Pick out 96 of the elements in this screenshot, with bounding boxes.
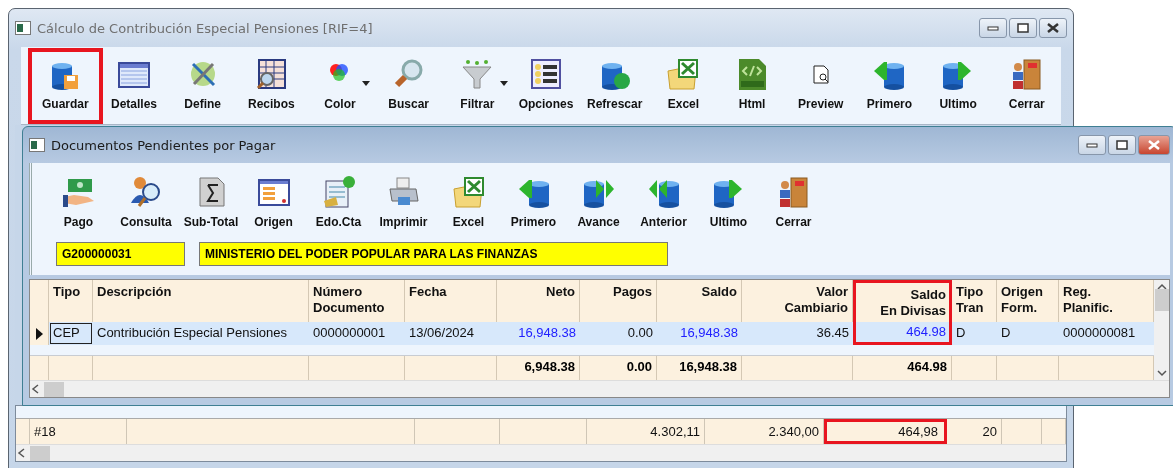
column-header[interactable]: Origen Form. <box>997 280 1059 322</box>
table-cell: 13/06/2024 <box>405 322 497 345</box>
table-cell: 0000000001 <box>309 322 405 345</box>
table-cell: CEP <box>49 322 93 345</box>
table-cell: D <box>952 322 997 345</box>
toolbar-button[interactable]: Ultimo <box>923 51 993 121</box>
toolbar-button[interactable]: Color <box>305 51 375 121</box>
horizontal-scrollbar[interactable] <box>30 380 1169 397</box>
toolbar-button[interactable]: Origen <box>241 169 306 239</box>
total-cell: 464.98 <box>853 356 952 380</box>
toolbar-button[interactable]: Imprimir <box>371 169 436 239</box>
column-header[interactable]: Saldo En Divisas <box>853 280 952 322</box>
caret-icon[interactable] <box>362 81 371 86</box>
statement-icon <box>321 175 356 209</box>
column-header[interactable]: Fecha <box>405 280 497 322</box>
table-cell: 16,948.38 <box>497 322 580 345</box>
person-search-icon <box>129 175 163 209</box>
column-header[interactable]: Valor Cambiario <box>742 280 853 322</box>
toolbar-button[interactable]: Detalles <box>99 51 169 121</box>
total-cell: 6,948.38 <box>497 356 580 380</box>
total-cell <box>997 356 1059 380</box>
list-icon <box>529 57 564 91</box>
spreadsheet-icon <box>451 175 486 209</box>
toolbar-button[interactable]: Avance <box>566 169 631 239</box>
minimize-icon <box>1086 142 1098 148</box>
table-cell: 0.00 <box>580 322 657 345</box>
spreadsheet-icon <box>666 57 701 91</box>
column-header[interactable]: Neto <box>497 280 580 322</box>
scroll-down-icon[interactable] <box>1156 369 1167 377</box>
minimize-button[interactable] <box>1078 135 1106 155</box>
table-cell: 464.98 <box>853 322 952 345</box>
app-icon <box>29 138 45 152</box>
row-pointer-icon <box>35 327 43 340</box>
toolbar-button[interactable]: Sub-Total <box>181 169 241 239</box>
table-cell: 0000000081 <box>1059 322 1154 345</box>
scroll-thumb[interactable] <box>1154 289 1169 311</box>
toolbar-button[interactable]: Ultimo <box>696 169 761 239</box>
window-title: Documentos Pendientes por Pagar <box>51 137 277 153</box>
close-icon <box>1148 140 1160 150</box>
table-icon <box>254 57 289 91</box>
total-cell <box>49 356 93 380</box>
close-icon <box>1047 23 1059 33</box>
minimize-icon <box>987 25 999 31</box>
window-title: Cálculo de Contribución Especial Pensiones [RIF=4] <box>37 20 374 36</box>
maximize-button[interactable] <box>1108 135 1136 155</box>
caret-icon[interactable] <box>499 81 508 86</box>
row-header-cell[interactable] <box>30 322 49 345</box>
scroll-thumb[interactable] <box>44 381 64 397</box>
total-cell: 16,948.38 <box>657 356 742 380</box>
minimize-button[interactable] <box>979 18 1007 38</box>
code-field[interactable]: G200000031 <box>56 242 185 266</box>
toolbar-button[interactable]: Anterior <box>631 169 696 239</box>
app-icon <box>15 21 31 35</box>
name-field[interactable]: MINISTERIO DEL PODER POPULAR PARA LAS FINANZAS <box>199 242 668 266</box>
toolbar-button[interactable]: Primero <box>855 51 924 121</box>
row-header-cell <box>30 356 49 380</box>
maximize-icon <box>1017 23 1029 33</box>
table-cell: 16,948.38 <box>657 322 742 345</box>
column-header[interactable]: Descripción <box>93 280 309 322</box>
toolbar-button[interactable]: Define <box>168 51 237 121</box>
toolbar-button[interactable]: Consulta <box>111 169 181 239</box>
toolbar-button[interactable]: Buscar <box>374 51 444 121</box>
scroll-thumb[interactable] <box>30 445 50 461</box>
toolbar-button[interactable]: Refrescar <box>580 51 650 121</box>
table-cell: 36.45 <box>742 322 853 345</box>
toolbar-button[interactable]: Pago <box>46 169 111 239</box>
maximize-button[interactable] <box>1009 18 1037 38</box>
toolbar-button[interactable]: Primero <box>501 169 566 239</box>
table-cell: Contribución Especial Pensiones <box>93 322 309 345</box>
close-button[interactable] <box>1039 18 1067 38</box>
toolbar-button[interactable]: Excel <box>649 51 718 121</box>
toolbar-button[interactable]: Excel <box>436 169 501 239</box>
column-header[interactable]: Tipo <box>49 280 93 322</box>
scroll-up-icon[interactable] <box>1156 283 1167 291</box>
horizontal-scrollbar[interactable] <box>16 444 1066 461</box>
column-header[interactable]: Tipo Tran <box>952 280 997 322</box>
toolbar-button[interactable]: Edo.Cta <box>306 169 371 239</box>
column-header[interactable]: Pagos <box>580 280 657 322</box>
toolbar-button[interactable]: Preview <box>786 51 856 121</box>
toolbar-button[interactable]: Recibos <box>237 51 306 121</box>
toolbar-button[interactable]: Filtrar <box>443 51 512 121</box>
toolbar-button[interactable]: Opciones <box>511 51 581 121</box>
row-header-cell <box>30 280 49 322</box>
column-header[interactable]: Reg. Planific. <box>1059 280 1154 322</box>
column-header[interactable]: Número Documento <box>309 280 405 322</box>
column-header[interactable]: Saldo <box>657 280 742 322</box>
toolbar-button[interactable]: Cerrar <box>761 169 826 239</box>
toolbar-button[interactable]: Guardar <box>31 51 100 121</box>
maximize-icon <box>1116 140 1128 150</box>
vertical-scrollbar[interactable] <box>1154 280 1169 380</box>
table-cell: D <box>997 322 1059 345</box>
toolbar-button[interactable]: Cerrar <box>992 51 1062 121</box>
table-cell: 464,98 <box>824 419 947 444</box>
total-cell <box>952 356 997 380</box>
toolbar-button[interactable]: Html <box>717 51 787 121</box>
total-cell: 0.00 <box>580 356 657 380</box>
